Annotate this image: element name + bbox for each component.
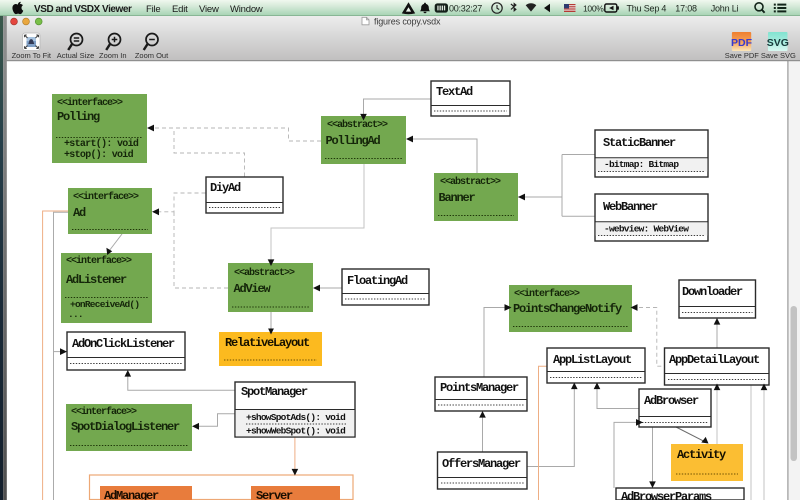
svg-text:Save SVG: Save SVG: [761, 51, 796, 60]
svg-text:Server: Server: [256, 489, 293, 500]
svg-text:SVG: SVG: [767, 37, 789, 49]
svg-text:PointsChangeNotify: PointsChangeNotify: [513, 302, 622, 316]
svg-text:17:08: 17:08: [675, 4, 697, 14]
svg-text:+showSpotAds(): void: +showSpotAds(): void: [246, 412, 346, 423]
svg-text:AdListener: AdListener: [66, 273, 127, 287]
svg-text:100%: 100%: [583, 4, 604, 14]
svg-text:<<interface>>: <<interface>>: [57, 97, 123, 109]
svg-text:<<abstract>>: <<abstract>>: [440, 176, 501, 188]
svg-text:AppDetailLayout: AppDetailLayout: [669, 353, 760, 367]
svg-text:AdView: AdView: [234, 282, 272, 296]
svg-text:SpotManager: SpotManager: [241, 385, 308, 399]
svg-text:StaticBanner: StaticBanner: [603, 136, 676, 150]
svg-text:AdBrowser: AdBrowser: [644, 394, 699, 408]
svg-text:PollingAd: PollingAd: [326, 134, 381, 148]
svg-text:-bitmap: Bitmap: -bitmap: Bitmap: [604, 159, 679, 170]
svg-text:figures copy.vsdx: figures copy.vsdx: [374, 17, 441, 27]
svg-text:Zoom Out: Zoom Out: [135, 51, 169, 60]
svg-text:<<interface>>: <<interface>>: [73, 191, 139, 203]
svg-text:Zoom In: Zoom In: [99, 51, 127, 60]
svg-text:AdManager: AdManager: [104, 489, 159, 500]
svg-text:Activity: Activity: [677, 448, 726, 462]
svg-text:<<interface>>: <<interface>>: [514, 288, 580, 300]
svg-text:Zoom To Fit: Zoom To Fit: [12, 51, 52, 60]
svg-text:+start(): void: +start(): void: [64, 138, 139, 150]
svg-text:Banner: Banner: [439, 191, 476, 205]
svg-text:...: ...: [68, 309, 83, 320]
svg-text:Thu Sep 4: Thu Sep 4: [627, 4, 667, 14]
svg-text:VSD and VSDX Viewer: VSD and VSDX Viewer: [34, 4, 132, 15]
svg-text:WebBanner: WebBanner: [603, 200, 658, 214]
svg-text:PDF: PDF: [731, 37, 753, 49]
svg-text:Polling: Polling: [57, 110, 100, 124]
svg-text:AdBrowserParams: AdBrowserParams: [621, 490, 712, 500]
svg-text:Actual Size: Actual Size: [57, 51, 95, 60]
svg-text:<<interface>>: <<interface>>: [66, 255, 132, 267]
svg-text:-webview: WebView: -webview: WebView: [604, 224, 689, 235]
svg-text:AdOnClickListener: AdOnClickListener: [72, 337, 175, 351]
svg-text:FloatingAd: FloatingAd: [347, 274, 408, 288]
svg-text:View: View: [199, 4, 219, 15]
svg-text:00:32:27: 00:32:27: [449, 4, 482, 14]
svg-text:Downloader: Downloader: [682, 285, 743, 299]
svg-text:AppListLayout: AppListLayout: [553, 353, 632, 367]
svg-text:<<interface>>: <<interface>>: [71, 406, 137, 418]
svg-text:OffersManager: OffersManager: [442, 457, 521, 471]
svg-text:TextAd: TextAd: [436, 85, 473, 99]
svg-text:<<abstract>>: <<abstract>>: [327, 119, 388, 131]
svg-text:Window: Window: [230, 4, 263, 15]
svg-text:DiyAd: DiyAd: [210, 181, 241, 195]
svg-text:PointsManager: PointsManager: [440, 381, 519, 395]
svg-text:Save PDF: Save PDF: [725, 51, 760, 60]
svg-text:RelativeLayout: RelativeLayout: [225, 336, 310, 350]
svg-text:Edit: Edit: [172, 4, 188, 15]
svg-text:John Li: John Li: [711, 4, 739, 14]
svg-text:+showWebSpot(): void: +showWebSpot(): void: [246, 426, 346, 437]
svg-text:SpotDialogListener: SpotDialogListener: [71, 420, 180, 434]
svg-text:Ad: Ad: [73, 206, 86, 220]
svg-text:+stop(): void: +stop(): void: [64, 149, 134, 161]
svg-text:File: File: [146, 4, 161, 15]
svg-text:<<abstract>>: <<abstract>>: [234, 267, 295, 279]
